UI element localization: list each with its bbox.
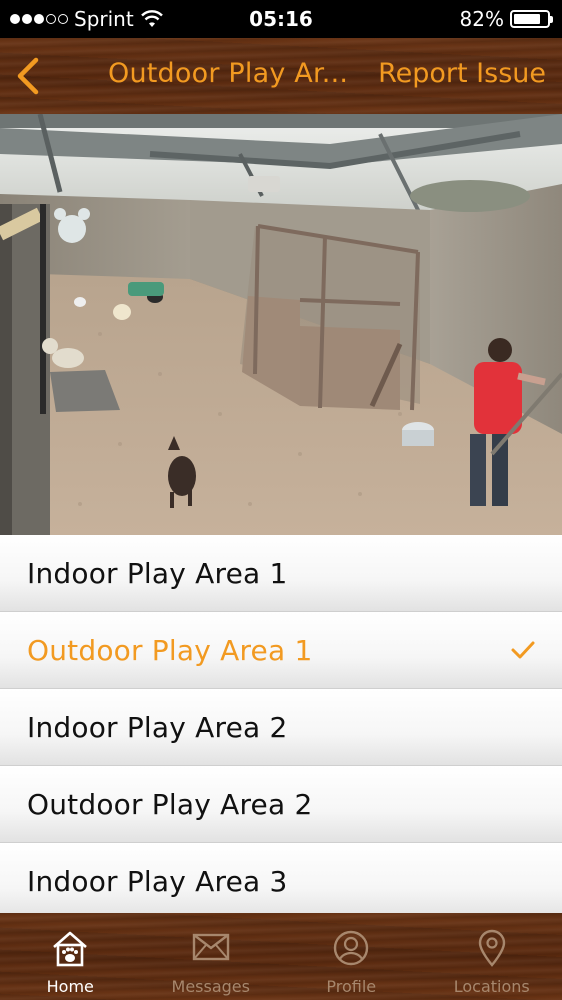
tab-locations[interactable]: Locations bbox=[422, 913, 562, 1000]
area-item-label: Indoor Play Area 2 bbox=[27, 710, 288, 744]
area-item-indoor-play-area-1[interactable]: Indoor Play Area 1 bbox=[0, 535, 562, 612]
camera-feed-image bbox=[0, 114, 562, 535]
tab-messages-label: Messages bbox=[171, 977, 250, 996]
tab-home-label: Home bbox=[46, 977, 94, 996]
battery-icon bbox=[510, 10, 553, 28]
area-item-indoor-play-area-3[interactable]: Indoor Play Area 3 bbox=[0, 843, 562, 913]
back-button[interactable] bbox=[10, 54, 50, 98]
checkmark-icon bbox=[511, 641, 535, 659]
status-bar: Sprint 05:16 82% bbox=[0, 0, 562, 38]
live-camera-view bbox=[0, 114, 562, 535]
location-pin-icon bbox=[478, 929, 505, 967]
tab-messages[interactable]: Messages bbox=[141, 913, 282, 1000]
envelope-icon bbox=[192, 933, 229, 961]
area-item-outdoor-play-area-2[interactable]: Outdoor Play Area 2 bbox=[0, 766, 562, 843]
tab-locations-label: Locations bbox=[453, 977, 530, 996]
camera-area-list: Indoor Play Area 1 Outdoor Play Area 1 I… bbox=[0, 535, 562, 913]
area-item-label: Outdoor Play Area 1 bbox=[27, 633, 313, 667]
area-item-label: Indoor Play Area 3 bbox=[27, 864, 288, 898]
area-item-indoor-play-area-2[interactable]: Indoor Play Area 2 bbox=[0, 689, 562, 766]
tab-profile[interactable]: Profile bbox=[281, 913, 422, 1000]
chevron-left-icon bbox=[17, 57, 39, 95]
area-item-outdoor-play-area-1[interactable]: Outdoor Play Area 1 bbox=[0, 612, 562, 689]
area-item-label: Indoor Play Area 1 bbox=[27, 556, 288, 590]
tab-home[interactable]: Home bbox=[0, 913, 141, 1000]
page-title: Outdoor Play Ar... bbox=[108, 58, 349, 89]
report-issue-button[interactable]: Report Issue bbox=[378, 58, 546, 89]
user-icon bbox=[334, 930, 369, 966]
navigation-bar: Outdoor Play Ar... Report Issue bbox=[0, 38, 562, 114]
area-item-label: Outdoor Play Area 2 bbox=[27, 787, 313, 821]
battery-percent: 82% bbox=[459, 7, 504, 31]
tab-profile-label: Profile bbox=[326, 977, 377, 996]
status-right: 82% bbox=[459, 7, 553, 31]
bottom-tab-bar: Home Messages Profile Locations bbox=[0, 913, 562, 1000]
home-paw-icon bbox=[53, 931, 88, 967]
